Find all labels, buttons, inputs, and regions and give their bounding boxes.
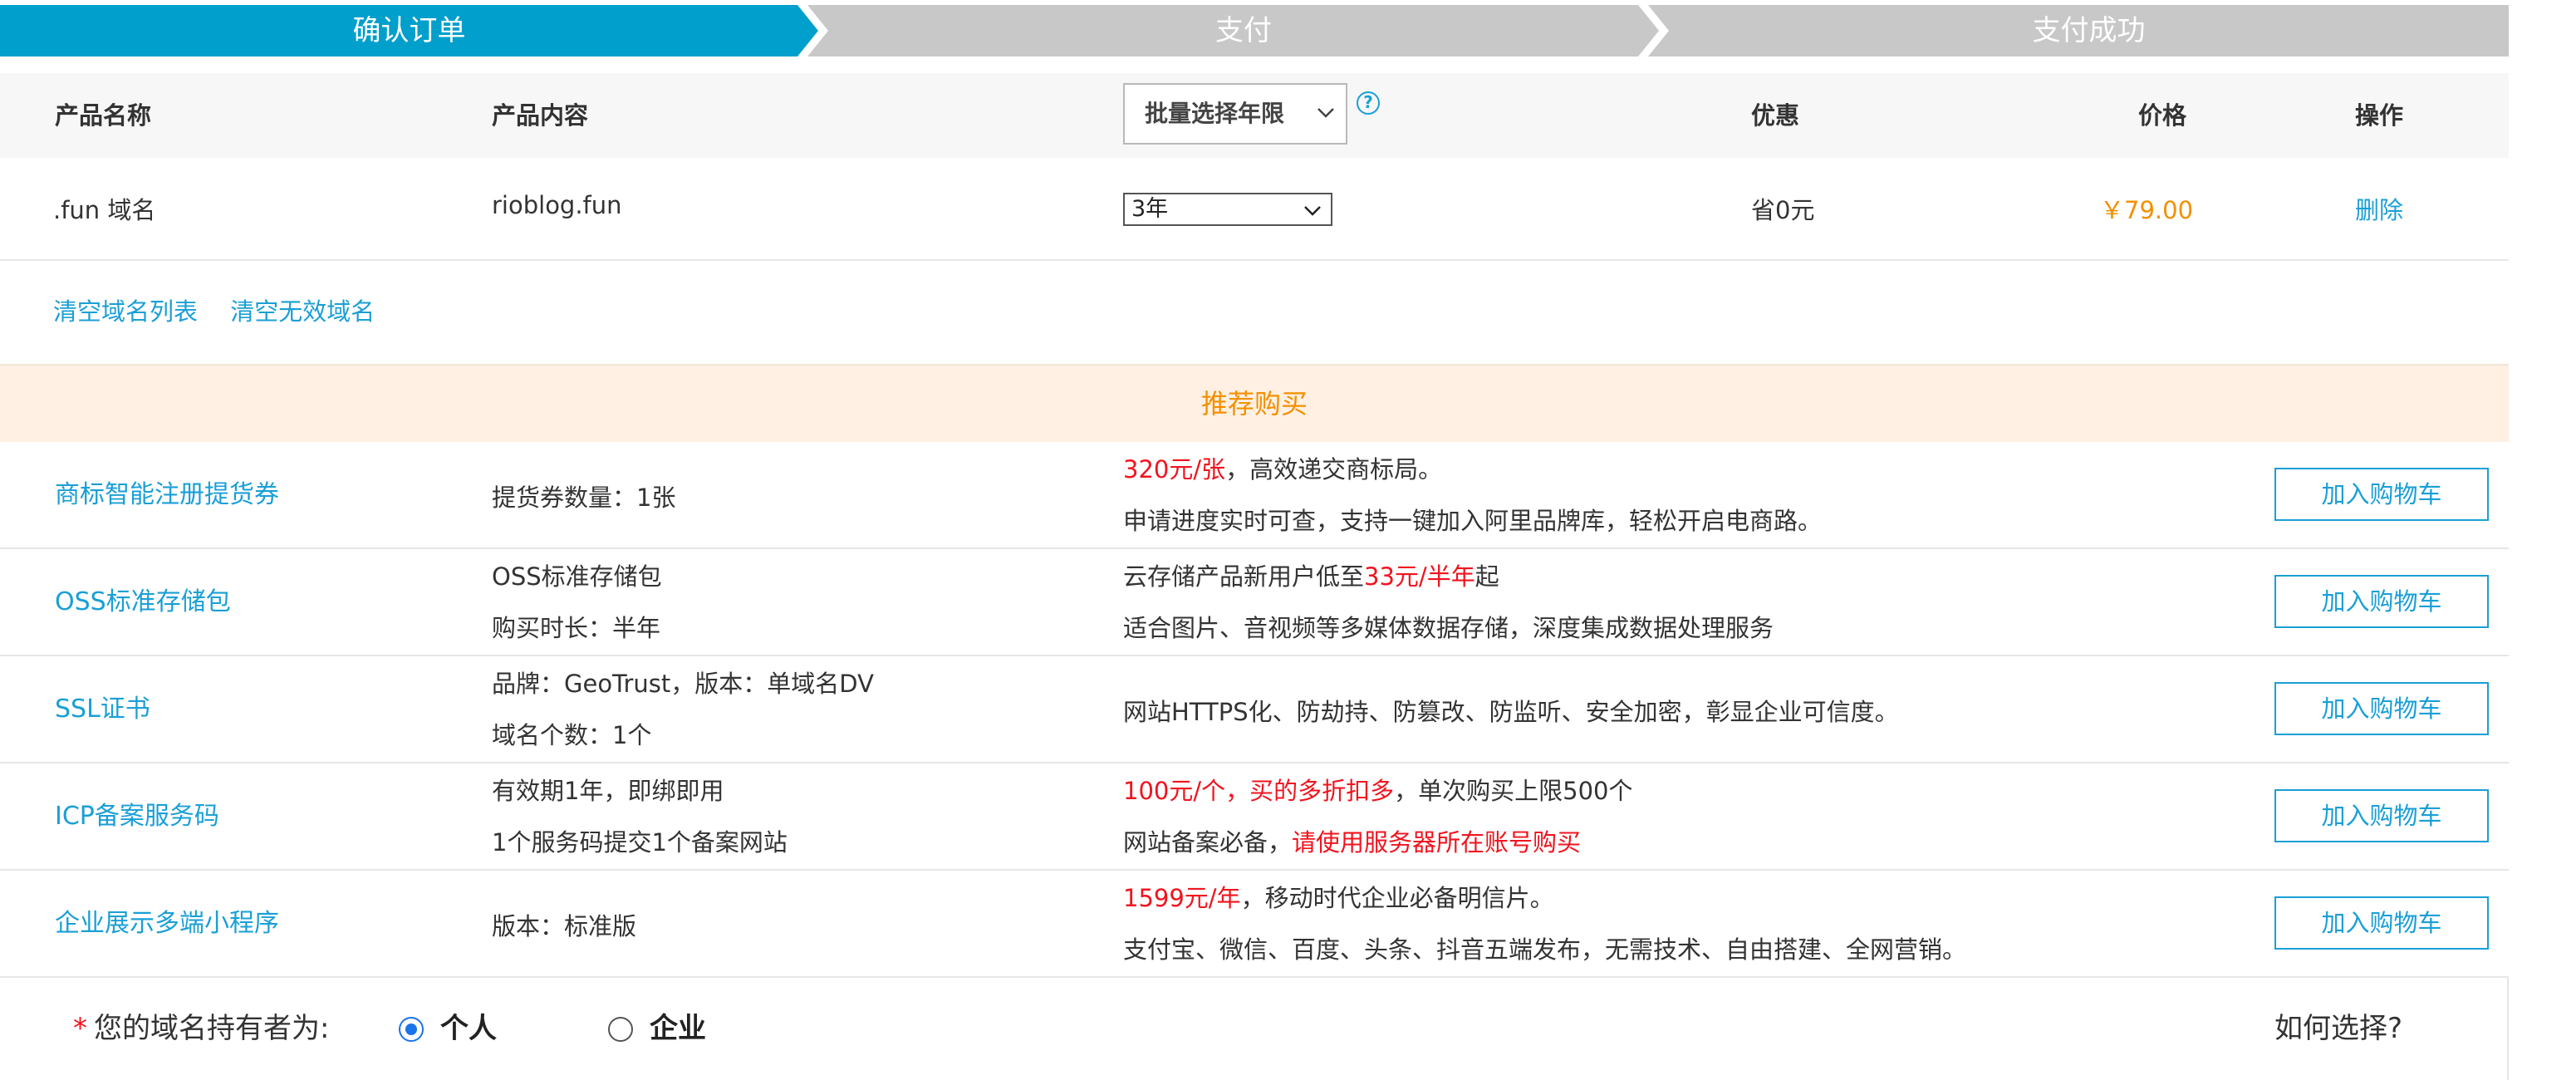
recommend-item-name[interactable]: 商标智能注册提货券 [55, 442, 279, 547]
add-to-cart-button[interactable]: 加入购物车 [2274, 468, 2489, 521]
header-action: 操作 [2355, 101, 2404, 130]
desc-highlight: 33元/半年 [1364, 562, 1475, 591]
recommend-item-desc-2: 适合图片、音视频等多媒体数据存储，深度集成数据处理服务 [1123, 614, 1774, 642]
year-select-value: 3年 [1131, 196, 1169, 222]
add-to-cart-button[interactable]: 加入购物车 [2274, 789, 2489, 842]
desc-highlight: 320元/张 [1123, 455, 1226, 484]
header-discount: 优惠 [1751, 101, 1800, 130]
desc-text: ，高效递交商标局。 [1225, 455, 1443, 484]
recommend-item-desc-2: 网站备案必备，请使用服务器所在账号购买 [1123, 823, 1581, 858]
desc-highlight: 1599元/年 [1123, 884, 1241, 912]
recommend-row: 企业展示多端小程序 版本：标准版 1599元/年，移动时代企业必备明信片。 支付… [0, 871, 2509, 978]
help-icon[interactable]: ? [1357, 91, 1380, 115]
recommend-item-name[interactable]: SSL证书 [55, 656, 150, 762]
recommend-item-content: OSS标准存储包 [492, 562, 662, 591]
recommend-item-content-2: 购买时长：半年 [492, 614, 661, 642]
recommend-item-desc-2: 申请进度实时可查，支持一键加入阿里品牌库，轻松开启电商路。 [1123, 507, 1823, 535]
table-row: .fun 域名 rioblog.fun 3年 省0元 ￥79.00 删除 [0, 158, 2509, 261]
product-content: rioblog.fun [492, 191, 622, 219]
recommend-item-content: 有效期1年，即绑即用 [492, 777, 724, 805]
owner-personal-radio[interactable] [399, 1017, 424, 1042]
recommend-item-content: 提货券数量：1张 [492, 484, 676, 512]
owner-company-radio[interactable] [608, 1017, 633, 1042]
step-pay-success: 支付成功 [2032, 14, 2146, 47]
year-select[interactable]: 3年 [1123, 193, 1332, 226]
header-price: 价格 [2138, 101, 2187, 130]
owner-label: * 您的域名持有者为: [73, 1005, 329, 1046]
table-header: 产品名称 产品内容 批量选择年限 ? 优惠 价格 操作 [0, 73, 2509, 158]
recommend-row: SSL证书 品牌：GeoTrust，版本：单域名DV 域名个数：1个 网站HTT… [0, 656, 2509, 763]
step-confirm-order: 确认订单 [352, 14, 466, 47]
recommend-item-content-2: 1个服务码提交1个备案网站 [492, 828, 788, 857]
how-to-choose-link[interactable]: 如何选择? [2274, 1005, 2402, 1046]
chevron-down-icon [1317, 108, 1334, 118]
header-product-content: 产品内容 [492, 101, 589, 130]
desc-text: ，移动时代企业必备明信片。 [1240, 884, 1554, 912]
batch-year-select[interactable]: 批量选择年限 [1123, 83, 1347, 145]
clear-invalid-domains-link[interactable]: 清空无效域名 [230, 297, 375, 326]
owner-personal-label[interactable]: 个人 [440, 1005, 497, 1046]
add-to-cart-button[interactable]: 加入购物车 [2274, 575, 2489, 628]
add-to-cart-button[interactable]: 加入购物车 [2274, 896, 2489, 950]
recommend-item-desc: 1599元/年，移动时代企业必备明信片。 [1123, 879, 1554, 914]
batch-year-select-label: 批量选择年限 [1145, 100, 1285, 127]
clear-domain-list-link[interactable]: 清空域名列表 [53, 297, 198, 326]
domain-owner-section: * 您的域名持有者为: 个人 企业 如何选择? [0, 977, 2509, 1080]
recommend-item-content: 品牌：GeoTrust，版本：单域名DV [492, 670, 874, 698]
delete-link[interactable]: 删除 [2355, 191, 2403, 226]
discount-value: 省0元 [1751, 196, 1815, 224]
chevron-down-icon [1304, 206, 1321, 216]
recommend-row: OSS标准存储包 OSS标准存储包 购买时长：半年 云存储产品新用户低至33元/… [0, 549, 2509, 656]
product-name: .fun 域名 [53, 196, 156, 224]
order-confirm-page: 确认订单 支付 支付成功 产品名称 产品内容 批量选择年限 ? 优惠 价格 操作… [0, 0, 2576, 1080]
desc-highlight: 100元/个，买的多折扣多 [1123, 777, 1395, 805]
desc-text: ，单次购买上限500个 [1394, 777, 1633, 805]
price-value: ￥79.00 [2100, 196, 2194, 224]
recommend-item-desc: 网站HTTPS化、防劫持、防篡改、防监听、安全加密，彰显企业可信度。 [1123, 698, 1899, 726]
recommend-item-desc: 320元/张，高效递交商标局。 [1123, 450, 1442, 485]
owner-label-text: 您的域名持有者为: [94, 1012, 330, 1045]
recommend-item-name[interactable]: OSS标准存储包 [55, 549, 231, 655]
recommend-row: 商标智能注册提货券 提货券数量：1张 320元/张，高效递交商标局。 申请进度实… [0, 442, 2509, 549]
recommend-item-desc: 100元/个，买的多折扣多，单次购买上限500个 [1123, 772, 1632, 807]
step-pay: 支付 [1215, 14, 1272, 47]
required-mark: * [73, 1012, 87, 1045]
recommend-item-desc: 云存储产品新用户低至33元/半年起 [1123, 557, 1499, 592]
add-to-cart-button[interactable]: 加入购物车 [2274, 682, 2489, 735]
recommend-row: ICP备案服务码 有效期1年，即绑即用 1个服务码提交1个备案网站 100元/个… [0, 763, 2509, 871]
desc-text-end: 起 [1474, 562, 1499, 591]
desc-text: 云存储产品新用户低至 [1123, 562, 1365, 591]
desc-highlight: 请使用服务器所在账号购买 [1292, 828, 1582, 857]
recommend-item-name[interactable]: ICP备案服务码 [55, 763, 219, 869]
desc-text: 网站备案必备， [1123, 828, 1293, 857]
header-product-name: 产品名称 [55, 101, 152, 130]
checkout-steps: 确认订单 支付 支付成功 [0, 5, 2509, 56]
recommend-item-content-2: 域名个数：1个 [492, 721, 652, 749]
recommend-item-name[interactable]: 企业展示多端小程序 [55, 871, 279, 976]
owner-company-label[interactable]: 企业 [650, 1005, 706, 1046]
recommend-item-desc-2: 支付宝、微信、百度、头条、抖音五端发布，无需技术、自由搭建、全网营销。 [1123, 935, 1967, 964]
recommend-title: 推荐购买 [0, 364, 2509, 442]
recommend-item-content: 版本：标准版 [492, 912, 637, 940]
clear-links: 清空域名列表 清空无效域名 [53, 292, 400, 327]
